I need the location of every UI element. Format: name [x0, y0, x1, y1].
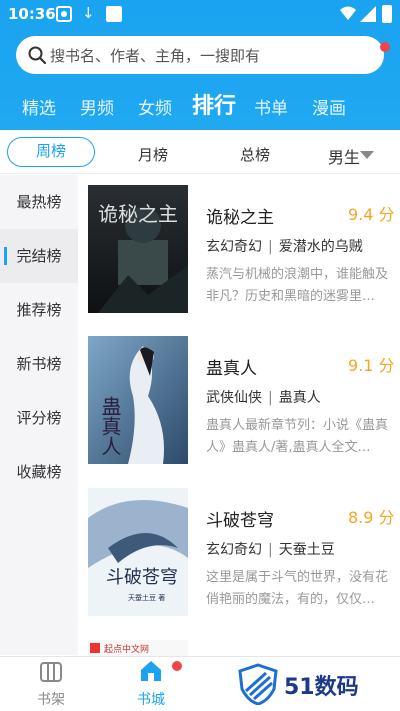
tab-bookstore[interactable]: 书城	[126, 659, 176, 709]
book-cover[interactable]: 诡秘之主	[88, 185, 188, 313]
gender-select[interactable]: 男生	[328, 144, 360, 168]
book-title[interactable]: 斗破苍穹	[206, 506, 274, 531]
book-description: 蒸汽与机械的浪潮中，谁能触及非凡？历史和黑暗的迷雾里…	[206, 267, 389, 304]
search-icon	[28, 46, 46, 64]
tab-booklist[interactable]: 书单	[254, 94, 288, 119]
book-cover[interactable]: 斗破苍穹 天蚕土豆 著	[88, 488, 188, 616]
tab-bookshelf-label: 书架	[37, 692, 65, 708]
watermark: 51数码	[200, 657, 400, 711]
book-genre: 武侠仙侠	[206, 390, 262, 406]
book-description: 蛊真人最新章节列：小说《蛊真人》蛊真人/著,蛊真人全文…	[206, 418, 389, 455]
filter-weekly[interactable]: 周榜	[7, 137, 95, 167]
tab-comics[interactable]: 漫画	[312, 94, 346, 119]
book-cover[interactable]: 蛊真人	[88, 336, 188, 464]
book-score: 9.1 分	[348, 356, 395, 375]
wifi-icon	[340, 6, 356, 20]
bookshelf-icon	[40, 662, 62, 682]
sidebar-item-completed[interactable]: 完结榜	[0, 229, 78, 283]
book-genre: 玄幻奇幻	[206, 239, 262, 255]
book-score: 9.4 分	[348, 205, 395, 224]
tab-female[interactable]: 女频	[138, 94, 172, 119]
top-nav: 精选 男频 女频 排行 书单 漫画	[0, 88, 400, 124]
svg-text:诡秘之主: 诡秘之主	[98, 202, 178, 226]
book-author: 天蚕土豆	[278, 542, 335, 558]
bookstore-home-icon	[141, 661, 161, 681]
search-bar[interactable]: 搜书名、作者、主角，一搜即有	[16, 36, 390, 74]
watermark-logo-icon	[238, 663, 278, 705]
sidebar-item-hottest[interactable]: 最热榜	[0, 175, 78, 229]
tab-ranking[interactable]: 排行	[192, 88, 236, 120]
svg-text:蛊真人: 蛊真人	[98, 396, 122, 456]
book-description: 这里是属于斗气的世界，没有花俏艳丽的魔法，有的，仅仅…	[206, 570, 389, 607]
meta-separator: |	[268, 239, 273, 255]
sidebar-item-rating[interactable]: 评分榜	[0, 391, 78, 445]
book-list-item[interactable]: 诡秘之主 诡秘之主 9.4 分 玄幻奇幻 | 爱潜水的乌贼 蒸汽与机械的浪潮中，谁能…	[78, 175, 400, 325]
ranking-period-bar: 周榜 月榜 总榜 男生	[0, 132, 400, 174]
app-root: 10:36 ↓ 搜书名、作者、主角，一搜即有 精选 男频 女频 排行 书单 漫画…	[0, 0, 400, 711]
sidebar-item-new[interactable]: 新书榜	[0, 337, 78, 391]
ranking-sidebar: 最热榜 完结榜 推荐榜 新书榜 评分榜 收藏榜	[0, 175, 78, 655]
book-list-item[interactable]: 斗破苍穹 天蚕土豆 著 斗破苍穹 8.9 分 玄幻奇幻 | 天蚕土豆 这里是属于斗气…	[78, 478, 400, 628]
book-list-item[interactable]: 蛊真人 蛊真人 9.1 分 武侠仙侠 | 蛊真人 蛊真人最新章节列：小说《蛊真人》蛊…	[78, 326, 400, 476]
download-icon: ↓	[82, 4, 95, 22]
book-title[interactable]: 诡秘之主	[206, 203, 274, 228]
notification-icon	[56, 6, 72, 22]
book-meta: 玄幻奇幻 | 爱潜水的乌贼	[206, 236, 363, 256]
meta-separator: |	[268, 542, 273, 558]
bookstore-badge-dot	[172, 661, 182, 671]
sidebar-item-recommended[interactable]: 推荐榜	[0, 283, 78, 337]
battery-icon	[382, 5, 392, 23]
svg-text:天蚕土豆 著: 天蚕土豆 著	[128, 593, 165, 602]
filter-monthly[interactable]: 月榜	[138, 144, 168, 165]
tab-featured[interactable]: 精选	[22, 94, 56, 119]
bottom-tab-bar: 书架 书城 51数码	[0, 656, 400, 711]
search-placeholder: 搜书名、作者、主角，一搜即有	[50, 47, 261, 65]
signal-icon	[360, 6, 376, 22]
book-author: 蛊真人	[278, 390, 321, 406]
watermark-text: 51数码	[284, 675, 359, 700]
chevron-down-icon[interactable]	[360, 151, 374, 159]
status-time: 10:36	[8, 5, 56, 23]
book-score: 8.9 分	[348, 508, 395, 527]
header: 10:36 ↓ 搜书名、作者、主角，一搜即有 精选 男频 女频 排行 书单 漫画	[0, 0, 400, 130]
tab-bookshelf[interactable]: 书架	[26, 661, 76, 709]
book-title[interactable]: 蛊真人	[206, 354, 257, 379]
publisher-label: 起点中文网	[104, 645, 150, 655]
status-bar: 10:36 ↓	[0, 0, 400, 28]
book-genre: 玄幻奇幻	[206, 542, 262, 558]
book-meta: 玄幻奇幻 | 天蚕土豆	[206, 539, 335, 559]
book-meta: 武侠仙侠 | 蛊真人	[206, 387, 321, 407]
svg-text:斗破苍穹: 斗破苍穹	[106, 567, 178, 588]
search-badge-dot	[380, 42, 390, 52]
tab-male[interactable]: 男频	[80, 94, 114, 119]
tab-bookstore-label: 书城	[137, 692, 165, 708]
app-notification-icon	[106, 6, 122, 22]
book-author: 爱潜水的乌贼	[278, 239, 363, 255]
filter-total[interactable]: 总榜	[240, 144, 270, 165]
sidebar-item-favorites[interactable]: 收藏榜	[0, 445, 78, 499]
publisher-logo-icon	[90, 643, 100, 653]
meta-separator: |	[268, 390, 273, 406]
